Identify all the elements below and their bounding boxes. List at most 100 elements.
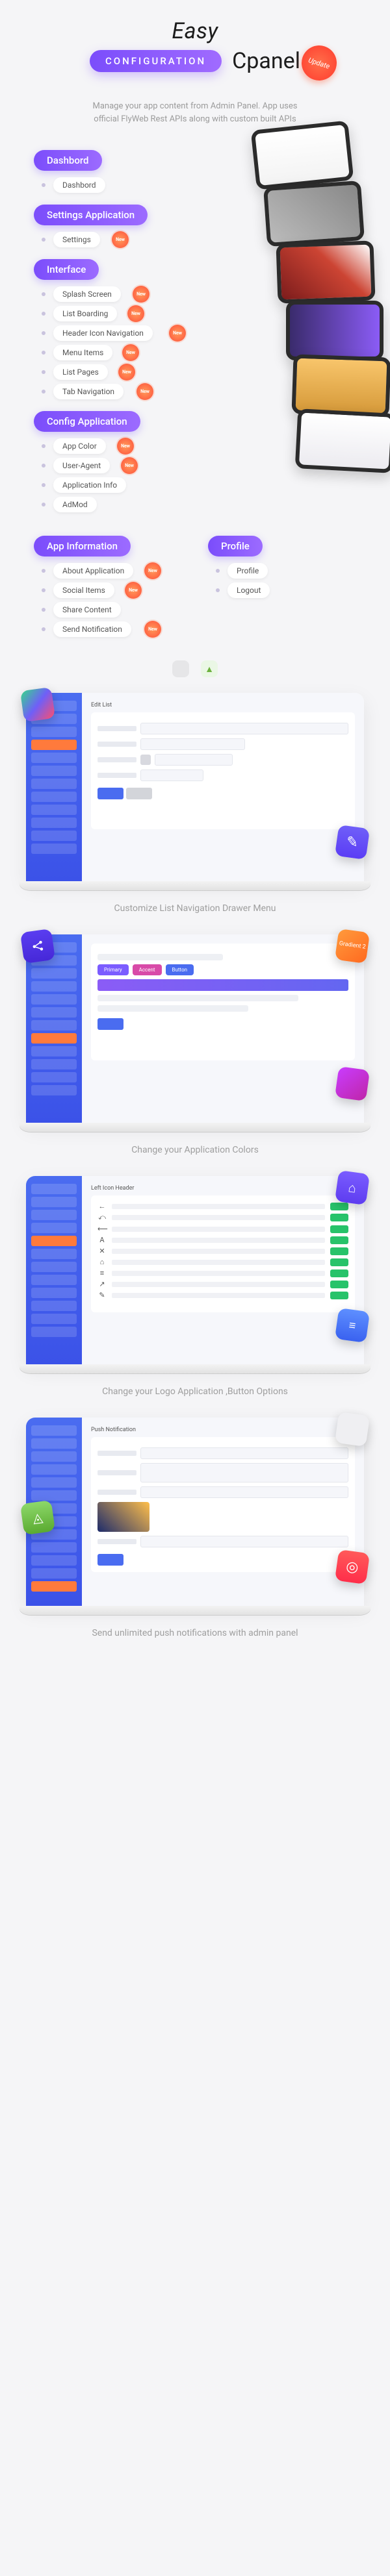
edit-button[interactable] [330,1292,348,1299]
list-item: Splash Screen New [42,286,356,302]
sidebar-item [31,1425,77,1436]
admin-main: Left Icon Header ← ⤺ ⟵ A ✕ ⌂ ≡ ↗ ✎ [82,1176,364,1364]
caption-1: Customize List Navigation Drawer Menu [8,903,382,914]
sidebar-item [31,1568,77,1579]
edit-button[interactable] [330,1225,348,1233]
admin-sidebar [26,693,82,881]
magenta-swatch-icon [335,1066,370,1101]
list-item: Dashbord [42,177,356,193]
edit-button[interactable] [330,1281,348,1288]
list-item: Settings New [42,232,356,247]
caption-3: Change your Logo Application ,Button Opt… [8,1386,382,1397]
item-chip: Profile [228,563,268,579]
settings-items: Settings New [34,232,356,247]
tag: Accent [133,964,162,975]
section-head-config: Config Application [34,411,140,432]
admin-main: Primary Accent Button [82,934,364,1123]
list-item: Application Info [42,477,356,493]
edit-button[interactable] [330,1258,348,1266]
sidebar-item-active [31,1581,77,1592]
item-chip: Menu Items [53,345,112,360]
edit-button[interactable] [330,1247,348,1255]
sidebar-item [31,968,77,979]
color-slider[interactable] [98,979,348,991]
sidebar-item [31,766,77,776]
bullet-icon [216,588,220,592]
sidebar-item [31,1314,77,1324]
showcase-4: ◬ ◎ Push Notification [26,1418,364,1615]
bullet-icon [42,569,46,573]
sidebar-item [31,1477,77,1488]
apple-icon [335,1412,370,1447]
apple-icon [172,660,189,677]
sidebar-item [31,1020,77,1031]
edit-button[interactable] [330,1236,348,1244]
item-chip: List Pages [53,364,108,380]
edit-button[interactable] [330,1203,348,1210]
sidebar-item [31,1085,77,1095]
bullet-icon [42,503,46,506]
edit-button[interactable] [330,1214,348,1221]
bullet-icon [42,331,46,335]
bullet-icon [216,569,220,573]
new-badge-icon: New [144,562,161,579]
tag: Primary [98,964,129,975]
bullet-icon [42,588,46,592]
section-head-app-info: App Information [34,536,131,556]
new-badge-icon: New [133,286,150,303]
icon-glyph: ⌂ [98,1258,107,1266]
laptop-base [20,881,370,890]
bullet-icon [42,627,46,631]
gradient-icon: Gradient 2 [335,929,370,964]
hero-block: Easy CONFIGURATION Cpanel Update [8,18,382,81]
laptop-base [20,1123,370,1132]
edit-button[interactable] [330,1269,348,1277]
admin-card [91,712,355,829]
item-chip: Application Info [53,477,126,493]
laptop-preview: Left Icon Header ← ⤺ ⟵ A ✕ ⌂ ≡ ↗ ✎ [26,1176,364,1364]
admin-sidebar [26,934,82,1123]
item-chip: Header Icon Navigation [53,325,153,341]
new-badge-icon: New [127,305,144,322]
target-icon: ◎ [335,1549,370,1584]
list-item: Menu Items New [42,345,356,360]
item-chip: Dashbord [53,177,105,193]
icon-glyph: ↗ [98,1280,107,1288]
admin-card: ← ⤺ ⟵ A ✕ ⌂ ≡ ↗ ✎ [91,1195,355,1312]
configuration-pill: CONFIGURATION [90,50,222,72]
section-head-settings: Settings Application [34,205,148,225]
icon-glyph: ✎ [98,1291,107,1299]
list-item: User-Agent New [42,458,356,473]
caption-4: Send unlimited push notifications with a… [8,1628,382,1638]
sidebar-item [31,727,77,737]
sidebar-item [31,1046,77,1057]
list-item: Header Icon Navigation New [42,325,356,341]
section-head-dashboard: Dashbord [34,150,102,171]
admin-main: Push Notification [82,1418,364,1606]
item-chip: Send Notification [53,621,131,637]
android-icon: ◬ [20,1500,55,1535]
bullet-icon [42,292,46,296]
new-badge-icon: New [117,438,134,455]
laptop-preview: Push Notification [26,1418,364,1606]
cancel-button[interactable] [126,788,152,799]
list-item: Logout [216,582,356,598]
send-button[interactable] [98,1554,124,1566]
sidebar-item [31,1007,77,1018]
save-button[interactable] [98,788,124,799]
admin-sidebar [26,1176,82,1364]
brush-icon: ✎ [335,825,370,860]
page-root: Easy CONFIGURATION Cpanel Update Manage … [0,0,390,1671]
bullet-icon [42,483,46,487]
bullet-icon [42,370,46,374]
item-chip: Settings [53,232,100,247]
sidebar-item [31,1327,77,1337]
two-column-sections: App Information About Application New So… [8,524,382,637]
profile-column: Profile Profile Logout [208,524,356,637]
list-item: AdMod [42,497,356,512]
sidebar-item [31,753,77,763]
new-badge-icon: New [112,231,129,248]
save-button[interactable] [98,1018,124,1030]
laptop-preview: Primary Accent Button [26,934,364,1123]
bullet-icon [42,608,46,612]
